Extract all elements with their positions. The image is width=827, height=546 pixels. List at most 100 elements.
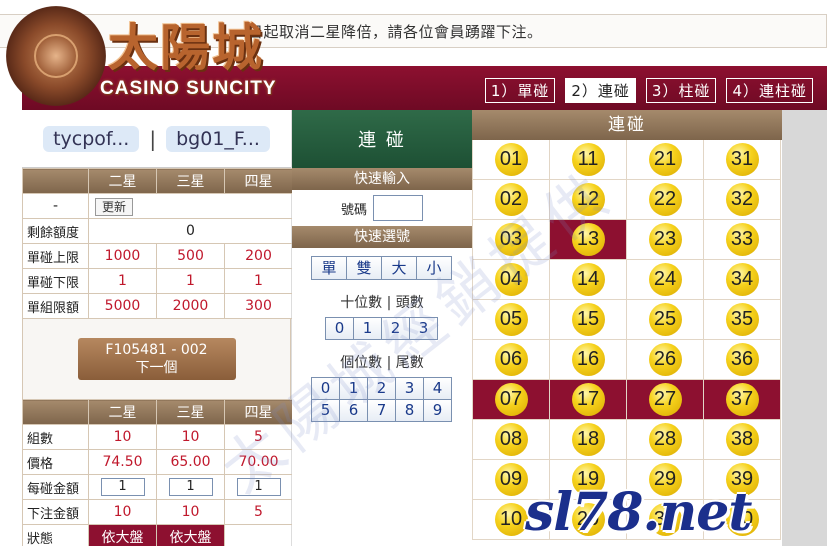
number-ball: 11 <box>571 143 605 176</box>
mode-tab[interactable]: 3）柱碰 <box>645 78 717 103</box>
row-label: 剩餘額度 <box>22 218 89 244</box>
number-ball: 18 <box>571 423 605 456</box>
row-label: 狀態 <box>22 524 89 546</box>
number-cell[interactable]: 35 <box>704 300 781 340</box>
number-ball: 13 <box>571 223 605 256</box>
group-count: 10 <box>88 424 157 450</box>
digit-button[interactable]: 3 <box>409 317 438 340</box>
tens-buttons: 0123 <box>292 317 472 340</box>
quick-select-button[interactable]: 雙 <box>346 256 382 280</box>
number-cell[interactable]: 27 <box>627 380 704 420</box>
order-header: 二星 <box>88 399 157 425</box>
digit-button[interactable]: 2 <box>367 377 396 400</box>
number-cell[interactable]: 07 <box>473 380 550 420</box>
number-ball: 07 <box>494 383 528 416</box>
number-cell[interactable]: 36 <box>704 340 781 380</box>
price-value: 65.00 <box>156 449 225 475</box>
quick-select-button[interactable]: 單 <box>311 256 347 280</box>
group-count: 5 <box>224 424 293 450</box>
code-label: 號碼 <box>340 202 367 218</box>
number-cell[interactable]: 28 <box>627 420 704 460</box>
dash-cell: - <box>22 193 89 219</box>
user-separator: | <box>149 126 157 151</box>
order-header: 四星 <box>224 399 293 425</box>
mode-tab[interactable]: 4）連柱碰 <box>726 78 813 103</box>
logo-english: CASINO SUNCITY <box>100 78 277 99</box>
number-cell[interactable]: 21 <box>627 140 704 180</box>
number-ball: 12 <box>571 183 605 216</box>
play-title: 連 碰 <box>292 110 472 168</box>
digit-button[interactable]: 9 <box>423 399 452 422</box>
digit-button[interactable]: 3 <box>395 377 424 400</box>
number-cell[interactable]: 22 <box>627 180 704 220</box>
number-cell[interactable]: 04 <box>473 260 550 300</box>
number-cell[interactable]: 32 <box>704 180 781 220</box>
limits-header <box>22 168 89 194</box>
number-ball: 37 <box>725 383 759 416</box>
number-cell[interactable]: 08 <box>473 420 550 460</box>
amount-input[interactable]: 1 <box>168 478 213 496</box>
row-label: 下注金額 <box>22 499 89 525</box>
number-cell[interactable]: 37 <box>704 380 781 420</box>
number-cell[interactable]: 02 <box>473 180 550 220</box>
number-cell[interactable]: 23 <box>627 220 704 260</box>
number-cell[interactable]: 15 <box>550 300 627 340</box>
number-cell[interactable]: 17 <box>550 380 627 420</box>
number-cell[interactable]: 12 <box>550 180 627 220</box>
digit-button[interactable]: 6 <box>339 399 368 422</box>
amount-input[interactable]: 1 <box>236 478 281 496</box>
limits-header: 四星 <box>224 168 293 194</box>
digit-button[interactable]: 0 <box>325 317 354 340</box>
digit-button[interactable]: 1 <box>339 377 368 400</box>
next-button[interactable]: F105481 - 002 下一個 <box>77 338 236 380</box>
digit-button[interactable]: 7 <box>367 399 396 422</box>
number-cell[interactable]: 24 <box>627 260 704 300</box>
left-panel: tycpof... | bg01_F... 二星 三星 四星 - 更新 剩餘額度… <box>22 110 293 546</box>
code-input[interactable] <box>373 195 423 221</box>
right-gutter <box>782 110 827 546</box>
number-cell[interactable]: 33 <box>704 220 781 260</box>
number-ball: 25 <box>648 303 682 336</box>
amount-input[interactable]: 1 <box>100 478 145 496</box>
number-cell[interactable]: 16 <box>550 340 627 380</box>
number-cell[interactable]: 06 <box>473 340 550 380</box>
number-ball: 38 <box>725 423 759 456</box>
number-grid: 01 11 21 31 02 12 22 32 03 13 23 33 04 14 24 34 05 15 25 35… <box>472 140 782 540</box>
number-cell[interactable]: 03 <box>473 220 550 260</box>
digit-button[interactable]: 4 <box>423 377 452 400</box>
number-cell[interactable]: 13 <box>550 220 627 260</box>
number-cell[interactable]: 26 <box>627 340 704 380</box>
units-buttons-row1: 01234 <box>292 377 472 400</box>
number-ball: 34 <box>725 263 759 296</box>
number-cell[interactable]: 18 <box>550 420 627 460</box>
state-badge: 依大盤 <box>88 524 157 546</box>
number-cell[interactable]: 38 <box>704 420 781 460</box>
mode-tab[interactable]: 1）單碰 <box>484 78 556 103</box>
refresh-button[interactable]: 更新 <box>95 197 134 216</box>
tens-label: 十位數 | 頭數 <box>340 295 424 311</box>
number-ball: 16 <box>571 343 605 376</box>
digit-button[interactable]: 0 <box>311 377 340 400</box>
number-ball: 02 <box>494 183 528 216</box>
quick-select-button[interactable]: 小 <box>416 256 452 280</box>
digit-button[interactable]: 5 <box>311 399 340 422</box>
mode-tab[interactable]: 2）連碰 <box>565 78 636 103</box>
number-ball: 22 <box>648 183 682 216</box>
user-account[interactable]: tycpof... <box>43 125 140 152</box>
user-line[interactable]: bg01_F... <box>166 125 270 152</box>
digit-button[interactable]: 8 <box>395 399 424 422</box>
number-cell[interactable]: 25 <box>627 300 704 340</box>
number-cell[interactable]: 01 <box>473 140 550 180</box>
limit-value: 1 <box>88 268 157 294</box>
quick-select-button[interactable]: 大 <box>381 256 417 280</box>
number-cell[interactable]: 14 <box>550 260 627 300</box>
number-cell[interactable]: 05 <box>473 300 550 340</box>
number-cell[interactable]: 11 <box>550 140 627 180</box>
number-cell[interactable]: 34 <box>704 260 781 300</box>
digit-button[interactable]: 1 <box>353 317 382 340</box>
number-ball: 32 <box>725 183 759 216</box>
number-cell[interactable]: 31 <box>704 140 781 180</box>
price-value: 70.00 <box>224 449 293 475</box>
row-label: 單碰下限 <box>22 268 89 294</box>
digit-button[interactable]: 2 <box>381 317 410 340</box>
